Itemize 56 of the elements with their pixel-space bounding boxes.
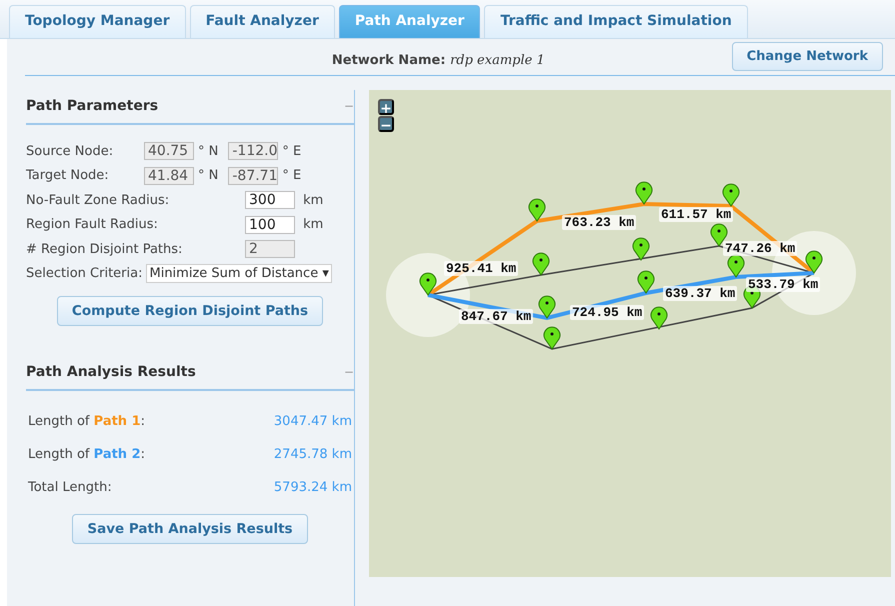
unit-label: ° N: [198, 168, 218, 184]
unit-label: ° E: [282, 144, 302, 159]
input-field[interactable]: 300: [245, 191, 295, 210]
selection-dropdown[interactable]: Minimize Sum of Distance ▾: [146, 264, 332, 284]
distance-label: 763.23 km: [562, 215, 636, 230]
result-value: 3047.47 km: [274, 414, 352, 429]
map-marker-icon[interactable]: [636, 182, 652, 204]
save-results-button[interactable]: Save Path Analysis Results: [72, 514, 308, 544]
map-marker-icon[interactable]: [710, 224, 728, 246]
field-label: # Region Disjoint Paths:: [26, 242, 184, 257]
network-name: Network Name: rdp example 1: [330, 52, 546, 68]
result-value: 2745.78 km: [274, 447, 352, 462]
map-marker-icon[interactable]: [538, 296, 556, 318]
zoom-out-button[interactable]: −: [378, 116, 394, 132]
result-label: Length of Path 2:: [28, 447, 146, 462]
unit-label: km: [302, 192, 324, 208]
result-label: Length of Path 1:: [28, 414, 146, 429]
change-network-button[interactable]: Change Network: [732, 42, 883, 70]
map-marker-icon[interactable]: [806, 250, 822, 274]
compute-paths-button[interactable]: Compute Region Disjoint Paths: [56, 296, 324, 326]
tab[interactable]: Topology Manager: [9, 5, 186, 38]
distance-label: 747.26 km: [723, 241, 798, 256]
map-marker-icon[interactable]: [638, 270, 654, 294]
map-marker-icon[interactable]: [420, 272, 436, 296]
distance-label: 847.67 km: [459, 309, 534, 324]
field-label: No-Fault Zone Radius:: [26, 192, 170, 208]
field-label: Source Node:: [26, 144, 114, 159]
result-value: 5793.24 km: [274, 480, 352, 495]
collapse-toggle[interactable]: −: [344, 99, 354, 113]
zoom-in-button[interactable]: +: [378, 99, 394, 115]
distance-label: 533.79 km: [746, 277, 820, 292]
distance-label: 639.37 km: [663, 286, 738, 301]
field-label: Selection Criteria:: [26, 266, 142, 282]
distance-label: 925.41 km: [444, 261, 518, 276]
section-title: Path Analysis Results: [26, 364, 196, 380]
map-marker-icon[interactable]: [650, 306, 668, 330]
map-marker-icon[interactable]: [528, 198, 546, 222]
tab[interactable]: Fault Analyzer: [190, 5, 335, 38]
field-label: Target Node:: [26, 168, 110, 184]
input-field[interactable]: 100: [245, 216, 295, 234]
result-label: Total Length:: [28, 480, 112, 495]
collapse-toggle[interactable]: −: [344, 365, 354, 379]
tab[interactable]: Traffic and Impact Simulation: [484, 5, 748, 38]
distance-label: 611.57 km: [659, 207, 734, 222]
field-label: Region Fault Radius:: [26, 217, 159, 232]
map-marker-icon[interactable]: [544, 326, 560, 350]
unit-label: ° N: [198, 144, 218, 159]
map-view[interactable]: + − 925.41 km 763.23 km 611.57 km 747.26 km 847.67 km 724.95 km 639.37 km 533.79 km: [369, 90, 891, 577]
map-marker-icon[interactable]: [728, 254, 744, 278]
distance-label: 724.95 km: [570, 305, 644, 320]
map-marker-icon[interactable]: [632, 238, 650, 260]
section-title: Path Parameters: [26, 98, 158, 114]
unit-label: km: [302, 217, 324, 232]
unit-label: ° E: [282, 168, 302, 184]
map-marker-icon[interactable]: [722, 184, 740, 206]
map-marker-icon[interactable]: [532, 252, 550, 276]
